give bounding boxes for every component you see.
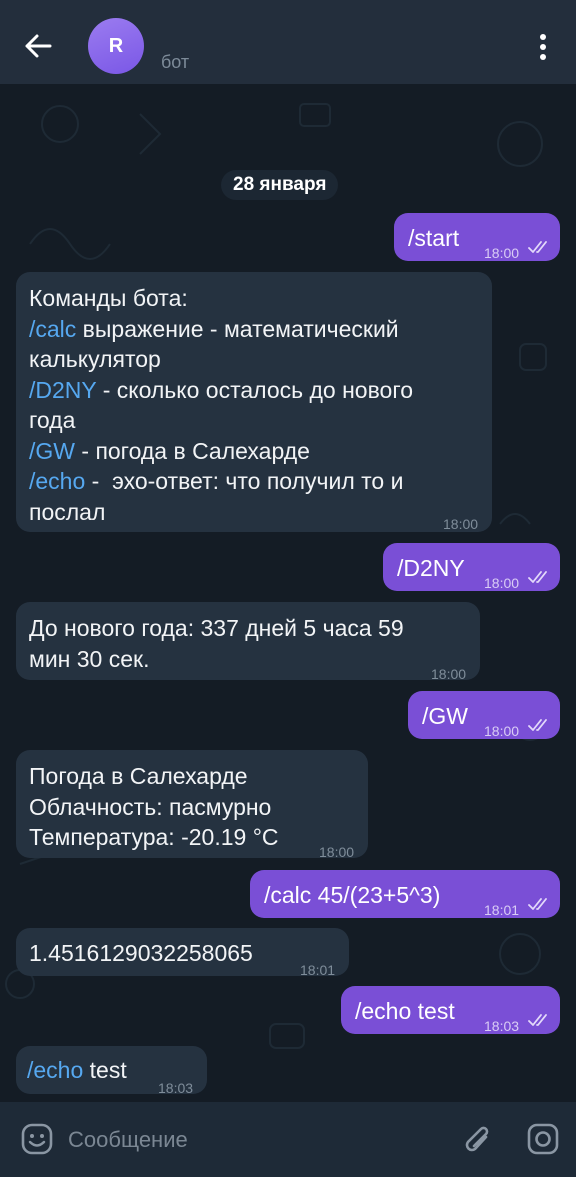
outgoing-message[interactable]: /GW 18:00 (408, 691, 560, 739)
message-text-line: /GW (422, 703, 468, 729)
message-line-text: года (29, 407, 76, 433)
message-time: 18:00 (431, 666, 467, 682)
incoming-message[interactable]: До нового года: 337 дней 5 часа 59 мин 30… (16, 602, 480, 682)
chat-header: R бот (0, 0, 576, 84)
message-time: 18:03 (484, 1018, 520, 1034)
bot-command-link[interactable]: /calc (29, 316, 76, 342)
message-text-line: /echo test (355, 998, 455, 1024)
message-text: 1.4516129032258065 (29, 938, 253, 969)
message-line: /D2NY - сколько осталось до нового (29, 375, 413, 406)
message-line-text: 1.4516129032258065 (29, 940, 253, 966)
message-time: 18:00 (484, 575, 520, 591)
message-line: До нового года: 337 дней 5 часа 59 (29, 613, 404, 644)
outgoing-message[interactable]: /start 18:00 (394, 213, 560, 261)
message-text: /GW (422, 701, 468, 732)
message-line: послал (29, 497, 413, 528)
message-text: /D2NY (397, 553, 465, 584)
paperclip-icon[interactable] (462, 1121, 494, 1159)
message-text-line: /calc 45/(23+5^3) (264, 882, 441, 908)
message-time: 18:00 (484, 723, 520, 739)
outgoing-message[interactable]: /calc 45/(23+5^3) 18:01 (250, 870, 560, 918)
bot-command-link[interactable]: /D2NY (29, 377, 96, 403)
message-text: /calc 45/(23+5^3) (264, 880, 440, 911)
message-line-text: Температура: -20.19 °С (29, 824, 279, 850)
message-line-text: калькулятор (29, 346, 161, 372)
message-line-text: - сколько осталось до нового (96, 376, 414, 403)
camera-icon[interactable] (526, 1122, 560, 1156)
message-line: мин 30 сек. (29, 644, 404, 675)
message-time: 18:00 (484, 245, 520, 261)
message-time: 18:00 (319, 844, 355, 860)
bot-command-link[interactable]: /echo (29, 468, 85, 494)
message-text: Погода в Салехарде Облачность: пасмурно Те… (29, 761, 279, 853)
outgoing-message[interactable]: /D2NY 18:00 (383, 543, 560, 591)
emoji-icon[interactable] (20, 1122, 54, 1156)
message-line: калькулятор (29, 344, 413, 375)
message-line: /echo - эхо-ответ: что получил то и (29, 466, 413, 497)
chat-subtitle: бот (161, 52, 190, 72)
message-text: До нового года: 337 дней 5 часа 59 мин 30… (29, 613, 404, 674)
message-line-text: мин 30 сек. (29, 645, 150, 672)
date-separator: 28 января (221, 170, 339, 200)
message-text: Команды бота: /calc выражение - математич… (29, 283, 413, 527)
bot-command-link[interactable]: /echo (27, 1057, 83, 1083)
outgoing-message[interactable]: /echo test 18:03 (341, 986, 560, 1034)
bot-command-link[interactable]: /GW (29, 438, 75, 464)
message-line: Облачность: пасмурно (29, 792, 279, 823)
more-vertical-icon[interactable] (528, 30, 558, 64)
message-line-text: test (83, 1057, 127, 1083)
message-line-text: выражение - математический (76, 315, 399, 342)
incoming-message[interactable]: Погода в Салехарде Облачность: пасмурно Те… (16, 750, 368, 860)
read-receipt-double-check-icon (528, 1014, 547, 1026)
message-text-line: /start (408, 225, 460, 251)
message-line: года (29, 405, 413, 436)
message-time: 18:01 (484, 902, 520, 918)
message-line: Команды бота: (29, 283, 413, 314)
incoming-message[interactable]: 1.4516129032258065 18:01 (16, 928, 349, 978)
message-line-text: До нового года: 337 дней 5 часа 59 (29, 615, 404, 641)
message-composer: Сообщение (0, 1102, 576, 1177)
message-text-line: /D2NY (397, 555, 465, 581)
avatar[interactable]: R (88, 18, 144, 74)
read-receipt-double-check-icon (528, 571, 547, 583)
message-text: /start (408, 223, 459, 254)
chat-history[interactable]: 28 января /start 18:00 Команды бота: /calc … (0, 84, 576, 1102)
message-input[interactable]: Сообщение (68, 1124, 428, 1156)
message-time: 18:01 (300, 962, 336, 978)
message-line: 1.4516129032258065 (29, 938, 253, 969)
message-time: 18:00 (443, 516, 479, 532)
message-line: Температура: -20.19 °С (29, 822, 279, 853)
read-receipt-double-check-icon (528, 719, 547, 731)
message-line: Погода в Салехарде (29, 761, 279, 792)
message-line-text: - эхо-ответ: что получил то и (85, 468, 404, 494)
message-line-text: - погода в Салехарде (75, 437, 310, 464)
message-line: /echo test (27, 1055, 127, 1086)
read-receipt-double-check-icon (528, 898, 547, 910)
message-line: /GW - погода в Салехарде (29, 436, 413, 467)
message-line: /calc выражение - математический (29, 314, 413, 345)
incoming-message[interactable]: /echo test 18:03 (16, 1046, 207, 1096)
incoming-message[interactable]: Команды бота: /calc выражение - математич… (16, 272, 492, 532)
message-line-text: Команды бота: (29, 285, 188, 311)
read-receipt-double-check-icon (528, 241, 547, 253)
message-time: 18:03 (158, 1080, 194, 1096)
message-text: /echo test (27, 1055, 127, 1086)
message-line-text: послал (29, 498, 106, 525)
message-text: /echo test (355, 996, 455, 1027)
message-line-text: Облачность: пасмурно (29, 793, 272, 820)
back-arrow-icon[interactable] (18, 26, 58, 66)
message-line-text: Погода в Салехарде (29, 763, 248, 789)
